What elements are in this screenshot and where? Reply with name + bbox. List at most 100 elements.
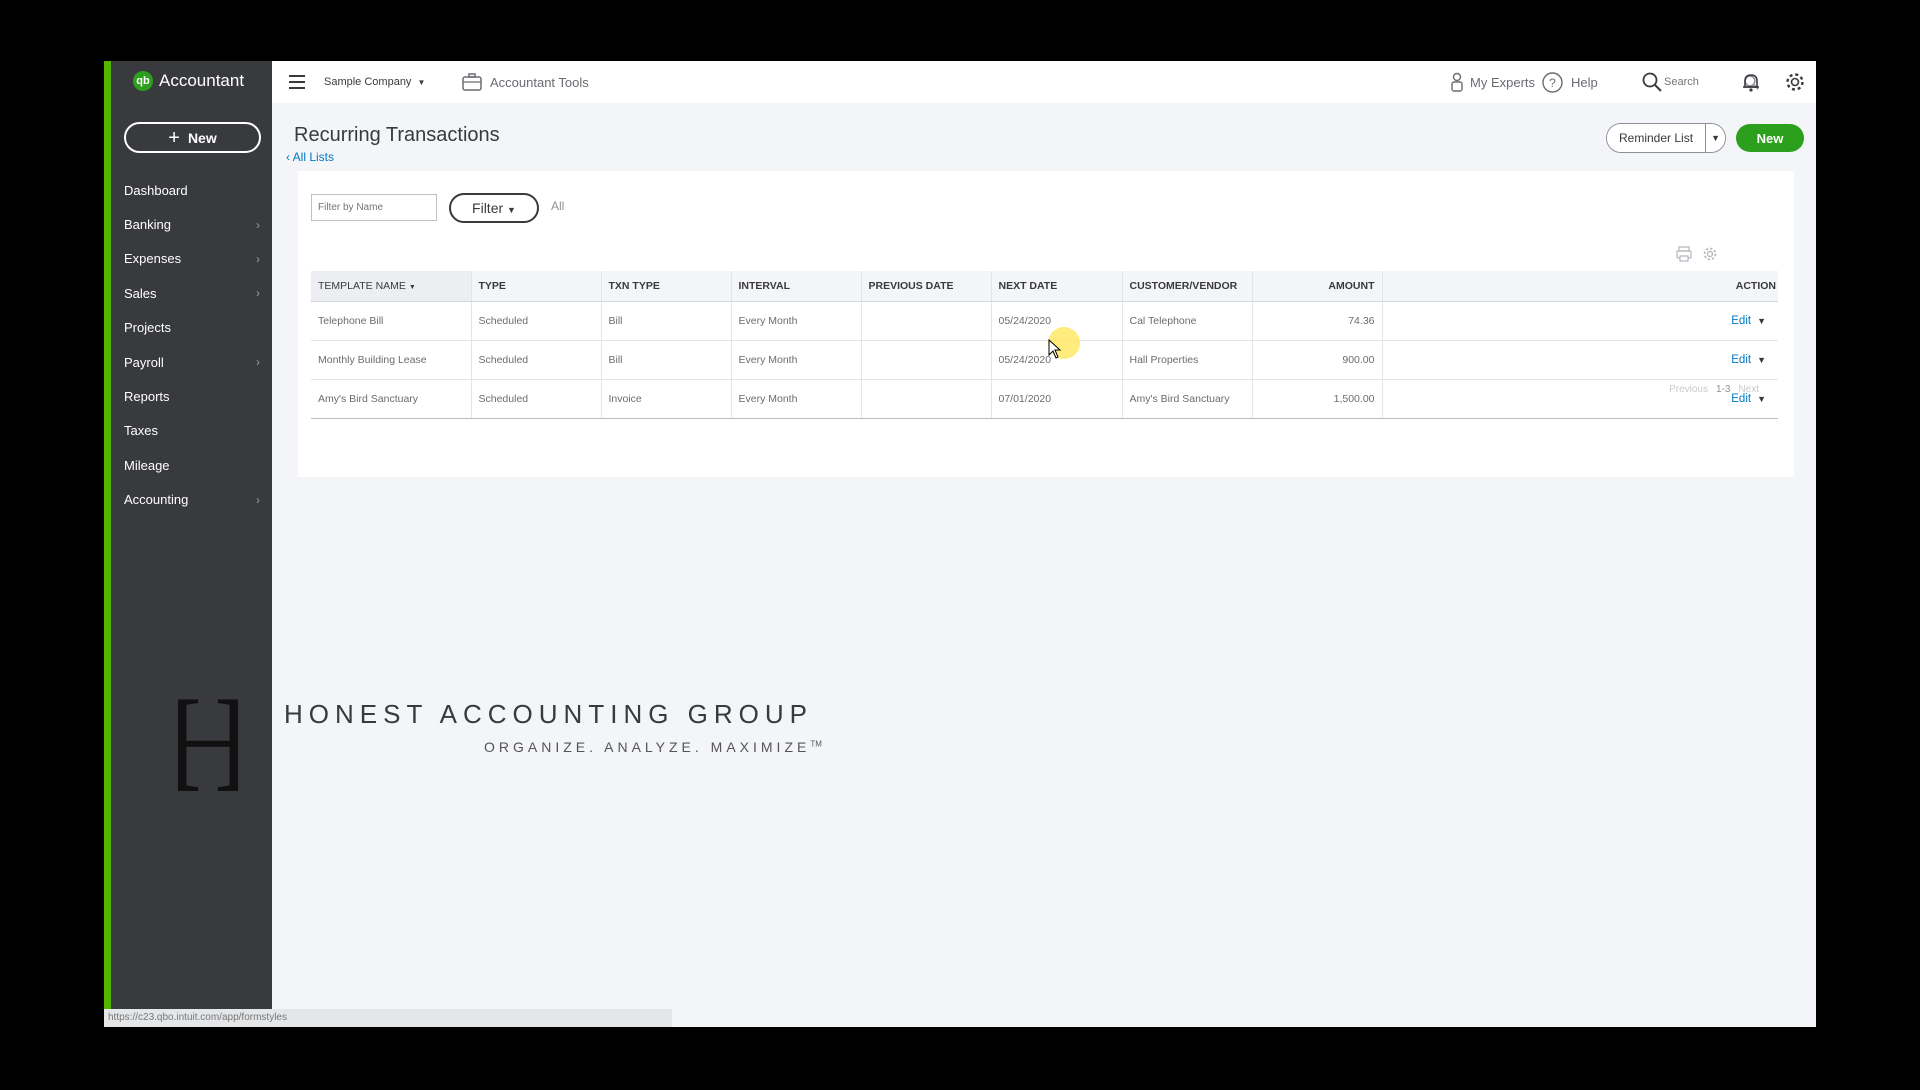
chevron-left-icon: ‹	[286, 150, 293, 164]
bell-icon[interactable]	[1742, 61, 1760, 103]
column-header-amount[interactable]: AMOUNT	[1252, 271, 1383, 302]
page-title: Recurring Transactions	[294, 124, 500, 146]
table-header-row: TEMPLATE NAME ▼ TYPE TXN TYPE INTERVAL P…	[311, 271, 1778, 302]
sidebar-item-dashboard[interactable]: Dashboard	[111, 173, 272, 207]
help-button[interactable]: ? Help	[1542, 61, 1598, 103]
quickbooks-logo-icon: qb	[133, 71, 153, 91]
sort-down-icon: ▼	[408, 283, 416, 291]
app-logo[interactable]: qb Accountant	[133, 71, 244, 91]
cell-type: Scheduled	[471, 301, 602, 341]
sidebar-item-label: Banking	[124, 217, 171, 233]
cell-amount: 900.00	[1252, 340, 1383, 380]
cell-customer-vendor: Hall Properties	[1122, 340, 1253, 380]
table-row[interactable]: Telephone Bill Scheduled Bill Every Mont…	[311, 301, 1778, 341]
search-icon[interactable]	[1642, 61, 1662, 103]
column-header-label: TEMPLATE NAME	[318, 279, 406, 292]
sidebar-item-label: Sales	[124, 285, 157, 301]
sidebar-item-label: Dashboard	[124, 182, 188, 198]
pagination-range: 1-3	[1715, 384, 1731, 395]
watermark-letter: H	[178, 681, 238, 801]
cell-previous-date	[861, 301, 992, 341]
sidebar-item-banking[interactable]: Banking ›	[111, 207, 272, 241]
sidebar-item-accounting[interactable]: Accounting ›	[111, 483, 272, 517]
company-selector[interactable]: Sample Company ▼	[324, 61, 425, 103]
sidebar-item-sales[interactable]: Sales ›	[111, 276, 272, 310]
help-label: Help	[1571, 74, 1598, 90]
column-header-next-date[interactable]: NEXT DATE	[991, 271, 1123, 302]
my-experts-button[interactable]: My Experts	[1450, 61, 1535, 103]
watermark-tagline-text: ORGANIZE. ANALYZE. MAXIMIZE	[484, 739, 811, 755]
new-recurring-button[interactable]: New	[1736, 124, 1804, 152]
cell-amount: 1,500.00	[1252, 379, 1383, 419]
hamburger-menu-icon[interactable]	[288, 61, 306, 103]
action-dropdown-icon[interactable]: ▼	[1757, 355, 1766, 365]
plus-icon: +	[168, 126, 180, 149]
print-icon[interactable]	[1676, 246, 1692, 267]
sidebar-item-label: Expenses	[124, 251, 182, 267]
cell-interval: Every Month	[731, 379, 862, 419]
my-experts-label: My Experts	[1470, 74, 1536, 90]
status-bar-url: https://c23.qbo.intuit.com/app/formstyle…	[104, 1009, 672, 1027]
person-icon	[1451, 72, 1463, 92]
cell-template-name: Amy's Bird Sanctuary	[311, 379, 472, 419]
sidebar-nav: Dashboard Banking › Expenses › Sales › Projects…	[111, 173, 272, 517]
recurring-transactions-panel: Filter ▼ All TEMPLATE NAME ▼ TYPE TXN TY…	[298, 171, 1794, 477]
cell-next-date: 07/01/2020	[991, 379, 1123, 419]
column-header-template-name[interactable]: TEMPLATE NAME ▼	[311, 271, 472, 302]
search-input[interactable]	[1664, 76, 1744, 88]
column-header-interval[interactable]: INTERVAL	[731, 271, 862, 302]
pagination: Previous 1-3 Next	[1669, 384, 1759, 395]
edit-link[interactable]: Edit	[1731, 354, 1751, 366]
gear-icon[interactable]	[1784, 61, 1806, 103]
sidebar-item-label: Reports	[124, 389, 170, 405]
chevron-right-icon: ›	[256, 286, 260, 301]
app-window: qb Accountant + New Dashboard Banking › Exp…	[104, 61, 1816, 1027]
sidebar-item-reports[interactable]: Reports	[111, 379, 272, 413]
reminder-list-button[interactable]: Reminder List	[1607, 124, 1706, 152]
all-lists-link[interactable]: ‹ All Lists	[286, 150, 334, 164]
sidebar-item-label: Mileage	[124, 457, 170, 473]
help-icon: ?	[1542, 71, 1563, 93]
pagination-next[interactable]: Next	[1738, 384, 1759, 395]
cell-template-name: Monthly Building Lease	[311, 340, 472, 380]
cell-type: Scheduled	[471, 379, 602, 419]
action-dropdown-icon[interactable]: ▼	[1757, 316, 1766, 326]
filter-by-name-input[interactable]	[311, 194, 437, 221]
column-header-previous-date[interactable]: PREVIOUS DATE	[861, 271, 992, 302]
cell-interval: Every Month	[731, 340, 862, 380]
sidebar-item-payroll[interactable]: Payroll ›	[111, 345, 272, 379]
filter-button[interactable]: Filter ▼	[449, 193, 539, 223]
column-header-txn-type[interactable]: TXN TYPE	[601, 271, 732, 302]
column-header-type[interactable]: TYPE	[471, 271, 602, 302]
cell-action: Edit ▼	[1382, 301, 1778, 341]
sidebar-new-button[interactable]: + New	[124, 122, 261, 153]
accountant-tools-label: Accountant Tools	[490, 74, 589, 90]
chevron-right-icon: ›	[256, 355, 260, 370]
column-header-action: ACTION	[1382, 271, 1778, 302]
reminder-list-split-button: Reminder List ▼	[1606, 123, 1727, 153]
sidebar-item-mileage[interactable]: Mileage	[111, 448, 272, 482]
cell-template-name: Telephone Bill	[311, 301, 472, 341]
table-row[interactable]: Monthly Building Lease Scheduled Bill Ev…	[311, 340, 1778, 380]
action-dropdown-icon[interactable]: ▼	[1757, 394, 1766, 404]
mouse-cursor-icon	[1048, 339, 1062, 359]
filter-value: All	[551, 199, 565, 213]
accountant-tools-button[interactable]: Accountant Tools	[462, 61, 589, 103]
edit-link[interactable]: Edit	[1731, 315, 1751, 327]
app-logo-text: Accountant	[159, 71, 245, 90]
pagination-previous[interactable]: Previous	[1669, 384, 1708, 395]
reminder-list-dropdown-button[interactable]: ▼	[1705, 124, 1726, 152]
cell-interval: Every Month	[731, 301, 862, 341]
sidebar-item-label: Taxes	[124, 423, 158, 439]
cell-customer-vendor: Cal Telephone	[1122, 301, 1253, 341]
sidebar-item-taxes[interactable]: Taxes	[111, 414, 272, 448]
table-settings-gear-icon[interactable]	[1702, 246, 1718, 267]
sidebar-item-projects[interactable]: Projects	[111, 311, 272, 345]
table-row[interactable]: Amy's Bird Sanctuary Scheduled Invoice E…	[311, 379, 1778, 419]
svg-text:?: ?	[1549, 76, 1556, 90]
chevron-right-icon: ›	[256, 217, 260, 232]
column-header-customer-vendor[interactable]: CUSTOMER/VENDOR	[1122, 271, 1253, 302]
cell-type: Scheduled	[471, 340, 602, 380]
sidebar-item-expenses[interactable]: Expenses ›	[111, 242, 272, 276]
chevron-right-icon: ›	[256, 492, 260, 507]
